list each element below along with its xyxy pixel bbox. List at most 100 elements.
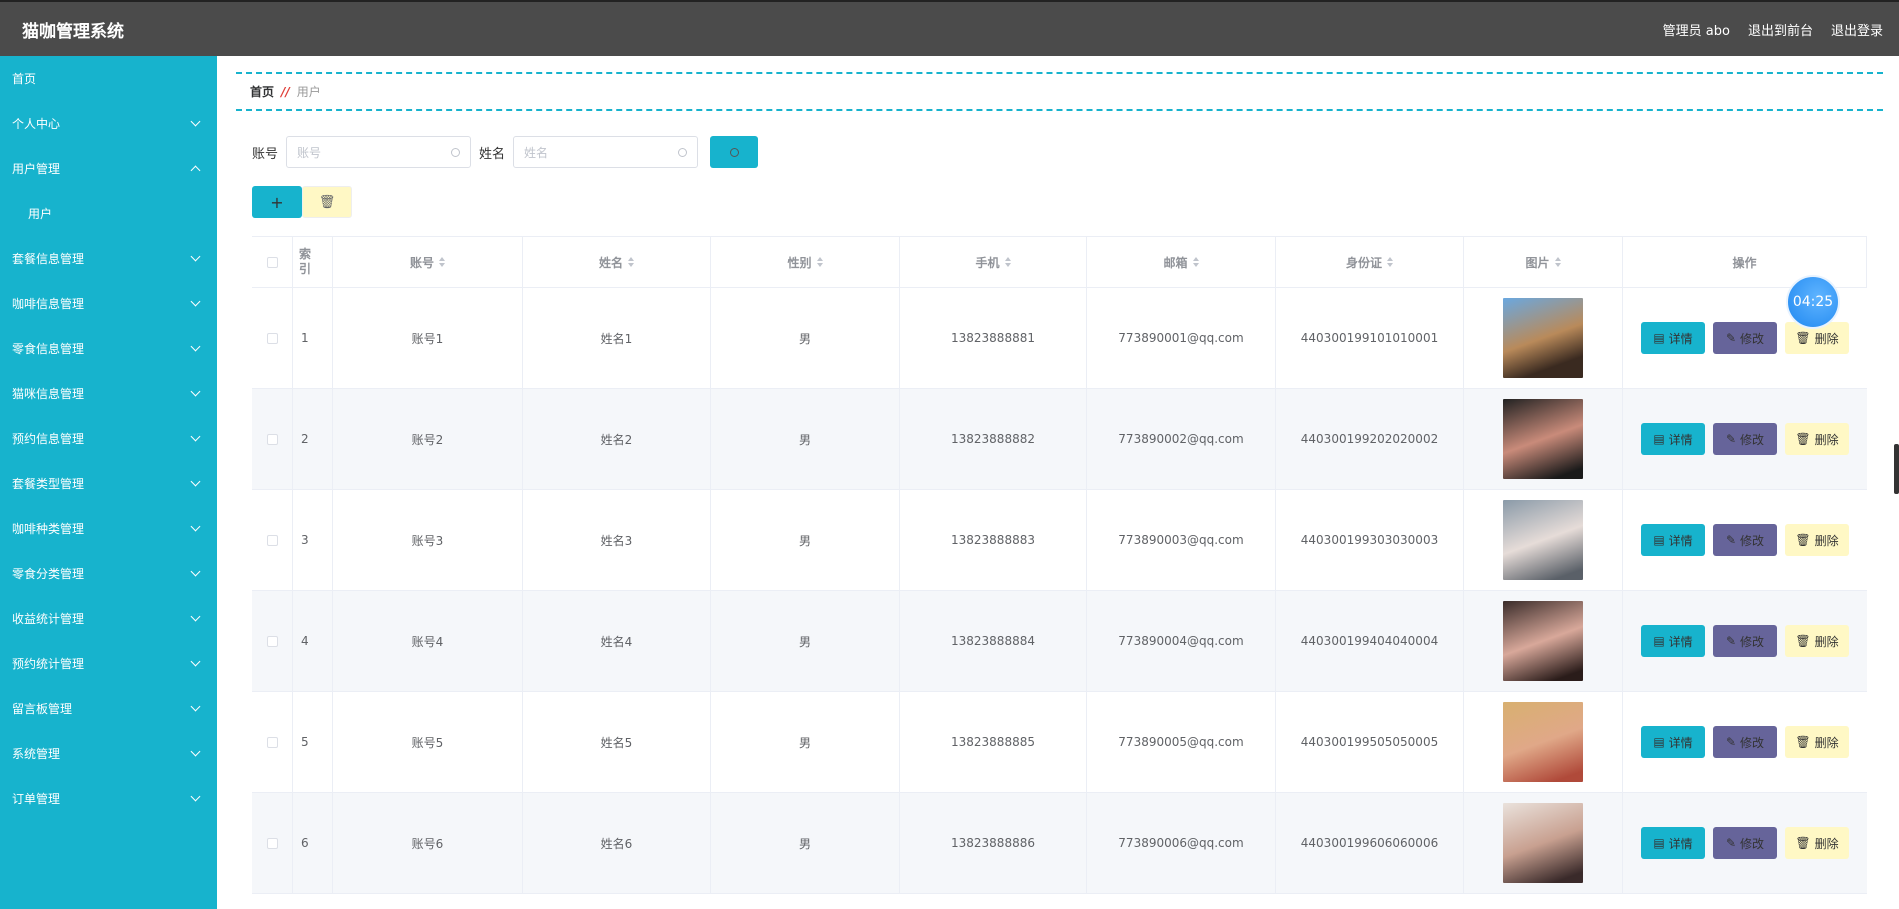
sidebar-item[interactable]: 预约信息管理	[0, 416, 217, 461]
sidebar-item[interactable]: 首页	[0, 56, 217, 101]
document-icon: ▤	[1653, 533, 1665, 547]
cell-text: 账号4	[411, 634, 444, 649]
column-header[interactable]: 身份证	[1276, 237, 1464, 287]
cell-id: 440300199202020002	[1276, 389, 1464, 489]
cell-actions: ▤ 详情 ✎ 修改 🗑 删除	[1623, 389, 1867, 489]
breadcrumb-home[interactable]: 首页	[250, 83, 274, 100]
detail-button[interactable]: ▤ 详情	[1641, 827, 1705, 859]
detail-button[interactable]: ▤ 详情	[1641, 423, 1705, 455]
edit-button[interactable]: ✎ 修改	[1713, 423, 1777, 455]
column-header[interactable]: 图片	[1464, 237, 1623, 287]
account-placeholder: 账号	[297, 145, 322, 160]
cell-email: 773890002@qq.com	[1087, 389, 1276, 489]
delete-button[interactable]: 🗑 删除	[1785, 524, 1849, 556]
logout-link[interactable]: 退出登录	[1831, 20, 1883, 39]
sidebar-item[interactable]: 留言板管理	[0, 686, 217, 731]
cell-index: 5	[293, 692, 333, 792]
scrollbar[interactable]	[1894, 444, 1899, 494]
sort-icon[interactable]	[1387, 257, 1393, 267]
current-user[interactable]: 管理员 abo	[1663, 20, 1730, 39]
user-photo[interactable]	[1503, 298, 1583, 378]
user-photo[interactable]	[1503, 500, 1583, 580]
sidebar-item[interactable]: 咖啡信息管理	[0, 281, 217, 326]
chevron-down-icon	[190, 386, 201, 397]
column-header-label: 手机	[975, 255, 1000, 270]
row-select-cell	[252, 793, 293, 893]
sidebar-item[interactable]: 用户	[0, 191, 217, 236]
edit-button[interactable]: ✎ 修改	[1713, 524, 1777, 556]
column-header-label: 邮箱	[1163, 255, 1188, 270]
row-checkbox[interactable]	[266, 534, 278, 546]
column-header[interactable]: 姓名	[523, 237, 711, 287]
row-checkbox[interactable]	[266, 736, 278, 748]
sidebar-item[interactable]: 咖啡种类管理	[0, 506, 217, 551]
sidebar-item[interactable]: 订单管理	[0, 776, 217, 821]
cell-text: 6	[301, 836, 309, 850]
sort-icon[interactable]	[628, 257, 634, 267]
user-photo[interactable]	[1503, 399, 1583, 479]
detail-button[interactable]: ▤ 详情	[1641, 322, 1705, 354]
chevron-down-icon	[190, 791, 201, 802]
cell-id: 440300199606060006	[1276, 793, 1464, 893]
sidebar-item[interactable]: 用户管理	[0, 146, 217, 191]
row-checkbox[interactable]	[266, 837, 278, 849]
delete-button[interactable]: 🗑 删除	[1785, 423, 1849, 455]
user-photo[interactable]	[1503, 803, 1583, 883]
pencil-icon: ✎	[1725, 432, 1737, 446]
cell-photo	[1464, 692, 1623, 792]
cell-photo	[1464, 793, 1623, 893]
top-header: 猫咖管理系统 管理员 abo 退出到前台 退出登录	[0, 0, 1899, 56]
delete-label: 删除	[1814, 634, 1839, 649]
document-icon: ▤	[1653, 331, 1665, 345]
cell-index: 2	[293, 389, 333, 489]
sidebar-item[interactable]: 系统管理	[0, 731, 217, 776]
edit-label: 修改	[1740, 432, 1765, 447]
sidebar-item-label: 系统管理	[12, 747, 61, 761]
sort-icon[interactable]	[1554, 257, 1561, 267]
add-button[interactable]: +	[252, 186, 302, 218]
detail-button[interactable]: ▤ 详情	[1641, 726, 1705, 758]
edit-button[interactable]: ✎ 修改	[1713, 322, 1777, 354]
column-header[interactable]: 手机	[900, 237, 1087, 287]
trash-icon: 🗑	[1795, 735, 1811, 749]
account-search-input[interactable]: 账号	[286, 136, 472, 168]
detail-button[interactable]: ▤ 详情	[1641, 524, 1705, 556]
sidebar-item[interactable]: 套餐类型管理	[0, 461, 217, 506]
batch-delete-button[interactable]: 🗑	[302, 186, 352, 218]
delete-button[interactable]: 🗑 删除	[1785, 726, 1849, 758]
sort-icon[interactable]	[1004, 257, 1011, 267]
row-checkbox[interactable]	[266, 433, 278, 445]
sidebar-item[interactable]: 零食信息管理	[0, 326, 217, 371]
exit-to-front-link[interactable]: 退出到前台	[1748, 20, 1813, 39]
sidebar-item[interactable]: 预约统计管理	[0, 641, 217, 686]
edit-button[interactable]: ✎ 修改	[1713, 625, 1777, 657]
user-photo[interactable]	[1503, 702, 1583, 782]
sidebar-item[interactable]: 零食分类管理	[0, 551, 217, 596]
name-search-input[interactable]: 姓名	[513, 136, 699, 168]
cell-text: 男	[798, 432, 811, 447]
sort-icon[interactable]	[1192, 257, 1199, 267]
delete-button[interactable]: 🗑 删除	[1785, 827, 1849, 859]
sort-icon[interactable]	[816, 257, 823, 267]
sidebar-item[interactable]: 猫咪信息管理	[0, 371, 217, 416]
sort-icon[interactable]	[439, 257, 445, 267]
cell-email: 773890004@qq.com	[1087, 591, 1276, 691]
row-checkbox[interactable]	[266, 332, 278, 344]
user-table: 索引 账号 姓名 性别 手机 邮箱 身份证 图片 操作 1 账号1 姓名1 男 13823888881 77…	[252, 236, 1867, 894]
detail-button[interactable]: ▤ 详情	[1641, 625, 1705, 657]
sidebar-item[interactable]: 个人中心	[0, 101, 217, 146]
column-header[interactable]: 账号	[333, 237, 523, 287]
search-button[interactable]	[710, 136, 759, 168]
edit-button[interactable]: ✎ 修改	[1713, 827, 1777, 859]
delete-button[interactable]: 🗑 删除	[1785, 625, 1849, 657]
sidebar-item[interactable]: 收益统计管理	[0, 596, 217, 641]
cell-photo	[1464, 389, 1623, 489]
column-header[interactable]: 性别	[711, 237, 900, 287]
user-photo[interactable]	[1503, 601, 1583, 681]
column-header[interactable]: 邮箱	[1087, 237, 1276, 287]
select-all-checkbox[interactable]	[266, 256, 278, 268]
sidebar-item[interactable]: 套餐信息管理	[0, 236, 217, 281]
row-checkbox[interactable]	[266, 635, 278, 647]
detail-label: 详情	[1668, 735, 1693, 750]
edit-button[interactable]: ✎ 修改	[1713, 726, 1777, 758]
